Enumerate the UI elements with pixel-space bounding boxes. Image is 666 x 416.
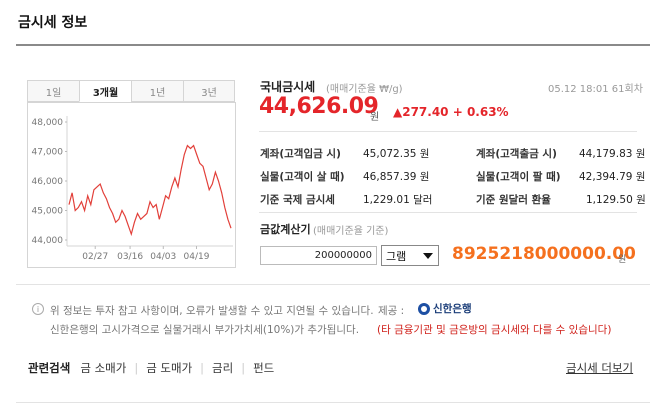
notice-disclaimer: 위 정보는 투자 참고 사항이며, 오류가 발생할 수 있고 지연될 수 있습니… (50, 305, 374, 317)
details-divider (259, 212, 637, 213)
title-divider (16, 44, 650, 46)
related-link-gold-retail[interactable]: 금 소매가 (80, 360, 126, 376)
detail-value-exchange-rate: 1,129.50 원 (586, 194, 646, 206)
chart-y-tick-label: 46,000 (32, 177, 64, 187)
chart-y-tick-label: 44,000 (32, 236, 64, 246)
detail-value-intl-gold: 1,229.01 달러 (363, 194, 433, 206)
period-tabs: 1일 3개월 1년 3년 (27, 80, 235, 102)
detail-label-account-deposit: 계좌(고객입금 시) (260, 148, 341, 160)
price-basis-note: (매매기준율 ₩/g) (326, 84, 403, 95)
calculator-result: 8925218000000.00 (452, 244, 636, 264)
calculator-basis-note: (매매기준율 기준) (313, 226, 389, 237)
tab-3-years[interactable]: 3년 (183, 80, 235, 102)
detail-value-account-withdraw: 44,179.83 원 (579, 148, 646, 160)
detail-label-physical-sell: 실물(고객이 팔 때) (476, 171, 561, 183)
separator: | (134, 361, 139, 375)
related-link-gold-wholesale[interactable]: 금 도매가 (146, 360, 192, 376)
page-title: 금시세 정보 (18, 15, 88, 31)
separator: | (200, 361, 205, 375)
separator: | (241, 361, 246, 375)
chart-x-tick-label: 03/16 (117, 252, 143, 262)
tab-1-year[interactable]: 1년 (131, 80, 183, 102)
calculator-unit-value: 그램 (386, 249, 407, 263)
detail-label-exchange-rate: 기준 원달러 환율 (476, 194, 551, 206)
calculator-amount-input[interactable] (260, 246, 377, 265)
bank-logo-icon (418, 302, 430, 315)
detail-value-physical-sell: 42,394.79 원 (579, 171, 646, 183)
tab-1-day[interactable]: 1일 (27, 80, 79, 102)
price-unit: 원 (370, 112, 380, 123)
notice-vat: 신한은행의 고시가격으로 실물거래시 부가가치세(10%)가 추가됩니다. (50, 324, 360, 336)
more-gold-price-link[interactable]: 금시세 더보기 (566, 360, 633, 376)
price-change: ▲277.40 + 0.63% (393, 105, 509, 119)
chart-x-tick-label: 04/19 (184, 252, 210, 262)
current-price: 44,626.09 (259, 94, 379, 119)
price-label: 국내금시세 (260, 80, 316, 94)
bottom-divider (16, 402, 650, 403)
related-search: 관련검색 금 소매가 | 금 도매가 | 금리 | 펀드 (28, 360, 274, 376)
detail-label-intl-gold: 기준 국제 금시세 (260, 194, 335, 206)
related-link-interest-rate[interactable]: 금리 (212, 360, 233, 376)
price-divider (259, 131, 637, 132)
chevron-down-icon (423, 253, 433, 259)
chart-x-tick-label: 02/27 (82, 252, 108, 262)
tab-3-months[interactable]: 3개월 (79, 80, 131, 102)
provider-name: 신한은행 (433, 303, 472, 315)
related-search-title: 관련검색 (28, 361, 71, 375)
chart-y-tick-label: 47,000 (32, 148, 64, 158)
provider-logo: 신한은행 (418, 301, 472, 316)
detail-value-account-deposit: 45,072.35 원 (363, 148, 430, 160)
calculator-title: 금값계산기 (260, 223, 311, 236)
detail-label-physical-buy: 실물(고객이 살 때) (260, 171, 345, 183)
calculator-result-unit: 원 (618, 255, 627, 265)
notice-divider (16, 284, 650, 285)
price-chart-svg: 48,000 47,000 46,000 45,000 44,000 02/27 03/16… (27, 102, 236, 268)
related-link-fund[interactable]: 펀드 (253, 360, 274, 376)
chart-y-tick-label: 48,000 (32, 118, 64, 128)
calculator-unit-select[interactable]: 그램 (381, 245, 439, 266)
chart-x-tick-label: 04/03 (150, 252, 176, 262)
provider-label: 제공 : (378, 305, 405, 317)
chart-y-tick-label: 45,000 (32, 207, 64, 217)
notice-warning: (타 금융기관 및 금은방의 금시세와 다를 수 있습니다) (377, 324, 612, 336)
detail-label-account-withdraw: 계좌(고객출금 시) (476, 148, 557, 160)
price-chart: 48,000 47,000 46,000 45,000 44,000 02/27 03/16… (27, 102, 236, 268)
detail-value-physical-buy: 46,857.39 원 (363, 171, 430, 183)
info-icon: i (32, 303, 44, 315)
price-timestamp: 05.12 18:01 61회차 (548, 84, 643, 95)
